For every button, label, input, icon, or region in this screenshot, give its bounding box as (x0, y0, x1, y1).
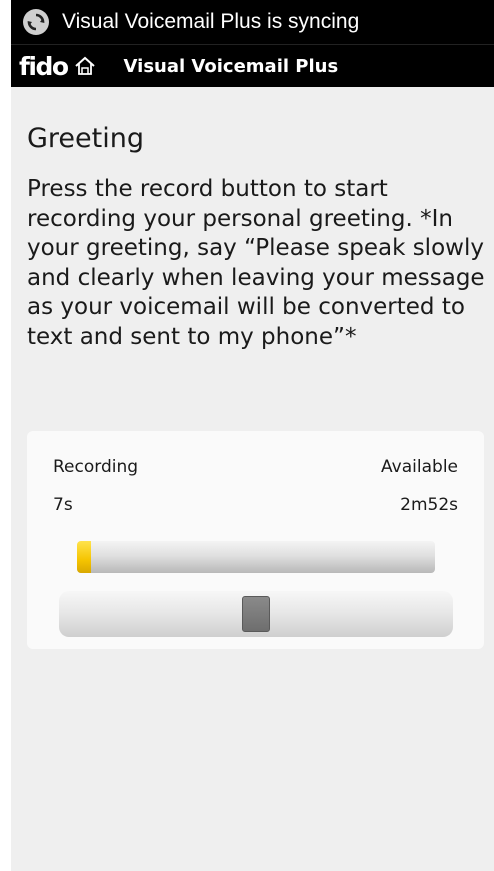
recording-label: Recording (53, 457, 139, 477)
available-time: 2m52s (400, 495, 458, 515)
page-title: Greeting (27, 123, 144, 154)
recording-card: Recording Available 7s 2m52s (27, 431, 484, 649)
screen: Visual Voicemail Plus is syncing fido Vi… (0, 0, 494, 871)
recording-progress-bar (77, 541, 435, 573)
title-bar: fido Visual Voicemail Plus (11, 44, 494, 87)
content-area: Greeting Press the record button to star… (11, 87, 494, 871)
recording-time: 7s (53, 495, 73, 515)
greeting-instructions: Press the record button to start recordi… (27, 176, 485, 350)
status-bar: Visual Voicemail Plus is syncing (11, 0, 494, 44)
playback-slider[interactable] (59, 591, 453, 637)
available-label: Available (381, 457, 458, 477)
home-icon[interactable] (74, 55, 96, 77)
fido-logo: fido (19, 51, 69, 81)
app-title: Visual Voicemail Plus (123, 55, 339, 77)
sync-icon (23, 9, 49, 35)
slider-thumb[interactable] (242, 596, 270, 632)
recording-progress-fill (77, 541, 92, 573)
status-text: Visual Voicemail Plus is syncing (62, 10, 360, 33)
